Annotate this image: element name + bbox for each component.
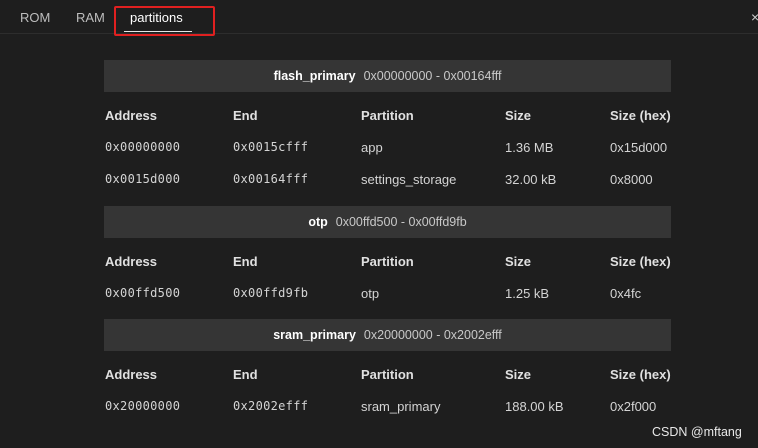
table-row: 0x0015d000 0x00164fff settings_storage 3… bbox=[104, 164, 671, 196]
cell-address: 0x00000000 bbox=[105, 140, 181, 154]
col-size: Size bbox=[505, 254, 532, 269]
table-header: Address End Partition Size Size (hex) bbox=[104, 246, 671, 278]
region-header-otp: otp 0x00ffd500 - 0x00ffd9fb bbox=[104, 206, 671, 238]
region-name: otp bbox=[308, 215, 328, 229]
cell-size-hex: 0x15d000 bbox=[610, 140, 668, 155]
table-row: 0x00ffd500 0x00ffd9fb otp 1.25 kB 0x4fc bbox=[104, 278, 671, 310]
cell-end: 0x00164fff bbox=[233, 172, 309, 186]
col-partition: Partition bbox=[361, 367, 414, 382]
region-range: 0x20000000 - 0x2002efff bbox=[363, 328, 502, 342]
cell-partition: sram_primary bbox=[361, 399, 441, 414]
col-size: Size bbox=[505, 367, 532, 382]
table-row: 0x00000000 0x0015cfff app 1.36 MB 0x15d0… bbox=[104, 132, 671, 164]
col-address: Address bbox=[105, 108, 158, 123]
region-name: sram_primary bbox=[273, 328, 356, 342]
region-header-flash-primary: flash_primary 0x00000000 - 0x00164fff bbox=[104, 60, 671, 92]
partitions-table: flash_primary 0x00000000 - 0x00164fff Ad… bbox=[104, 60, 671, 423]
col-size-hex: Size (hex) bbox=[610, 367, 671, 382]
col-address: Address bbox=[105, 254, 158, 269]
region-range: 0x00000000 - 0x00164fff bbox=[363, 69, 502, 83]
cell-partition: app bbox=[361, 140, 383, 155]
table-header: Address End Partition Size Size (hex) bbox=[104, 359, 671, 391]
cell-address: 0x0015d000 bbox=[105, 172, 181, 186]
cell-size: 188.00 kB bbox=[505, 399, 564, 414]
col-size-hex: Size (hex) bbox=[610, 108, 671, 123]
cell-partition: settings_storage bbox=[361, 172, 457, 187]
watermark: CSDN @mftang bbox=[652, 425, 742, 439]
col-end: End bbox=[233, 108, 258, 123]
tab-ram[interactable]: RAM bbox=[76, 0, 105, 34]
region-range: 0x00ffd500 - 0x00ffd9fb bbox=[335, 215, 467, 229]
cell-address: 0x20000000 bbox=[105, 399, 181, 413]
col-size-hex: Size (hex) bbox=[610, 254, 671, 269]
tab-highlight-annotation bbox=[114, 6, 215, 36]
col-end: End bbox=[233, 254, 258, 269]
region-header-sram-primary: sram_primary 0x20000000 - 0x2002efff bbox=[104, 319, 671, 351]
tab-bar: ROM RAM partitions × bbox=[0, 0, 758, 36]
table-row: 0x20000000 0x2002efff sram_primary 188.0… bbox=[104, 391, 671, 423]
cell-size: 1.36 MB bbox=[505, 140, 554, 155]
cell-size-hex: 0x8000 bbox=[610, 172, 653, 187]
col-address: Address bbox=[105, 367, 158, 382]
cell-end: 0x00ffd9fb bbox=[233, 286, 309, 300]
close-icon[interactable]: × bbox=[751, 9, 758, 25]
region-name: flash_primary bbox=[273, 69, 356, 83]
cell-size: 1.25 kB bbox=[505, 286, 550, 301]
cell-address: 0x00ffd500 bbox=[105, 286, 181, 300]
cell-size-hex: 0x4fc bbox=[610, 286, 642, 301]
cell-size: 32.00 kB bbox=[505, 172, 557, 187]
cell-partition: otp bbox=[361, 286, 380, 301]
cell-end: 0x0015cfff bbox=[233, 140, 309, 154]
table-header: Address End Partition Size Size (hex) bbox=[104, 100, 671, 132]
col-end: End bbox=[233, 367, 258, 382]
tab-rom[interactable]: ROM bbox=[20, 0, 50, 34]
cell-end: 0x2002efff bbox=[233, 399, 309, 413]
cell-size-hex: 0x2f000 bbox=[610, 399, 657, 414]
col-partition: Partition bbox=[361, 108, 414, 123]
col-size: Size bbox=[505, 108, 532, 123]
col-partition: Partition bbox=[361, 254, 414, 269]
